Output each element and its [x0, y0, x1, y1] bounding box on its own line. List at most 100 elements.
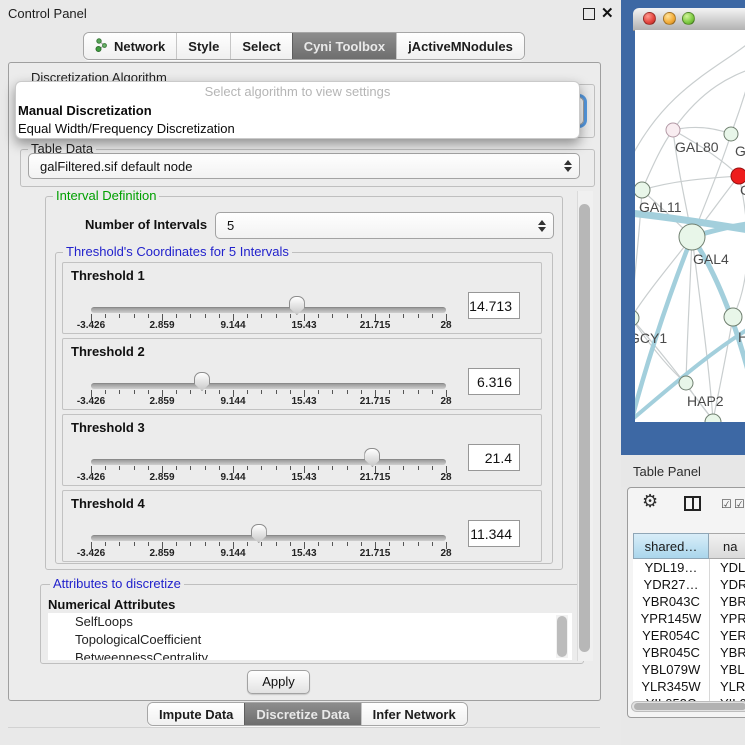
table-row[interactable]: YLR345WYLR3 [633, 678, 745, 695]
table-row[interactable]: YDL19…YDL1 [633, 559, 745, 576]
tick-mark [389, 390, 390, 394]
table-row[interactable]: YPR145WYPR1 [633, 610, 745, 627]
network-node[interactable] [635, 182, 650, 198]
close-icon[interactable]: ✕ [601, 4, 614, 22]
tick-mark [261, 314, 262, 318]
threshold-2-value-field[interactable]: 6.316 [468, 368, 520, 395]
tick-label: 28 [440, 472, 451, 483]
tick-mark [418, 390, 419, 394]
threshold-4-slider-track[interactable] [91, 535, 446, 541]
cell-name[interactable]: YDL1 [709, 559, 745, 576]
tab-discretize-data[interactable]: Discretize Data [244, 703, 360, 725]
cell-name[interactable]: YPR1 [709, 610, 745, 627]
tick-label: 21.715 [360, 472, 391, 483]
cell-name[interactable]: YER0 [709, 627, 745, 644]
table-panel-title: Table Panel [633, 464, 701, 479]
minimize-traffic-light-icon[interactable] [663, 12, 676, 25]
cell-shared-name[interactable]: YBL079W [633, 661, 709, 678]
close-traffic-light-icon[interactable] [643, 12, 656, 25]
tick-mark [205, 542, 206, 546]
cell-name[interactable]: YDR2 [709, 576, 745, 593]
threshold-3-slider-track[interactable] [91, 459, 446, 465]
interval-definition-title: Interval Definition [53, 188, 159, 203]
network-node[interactable] [724, 127, 738, 141]
tab-cyni-toolbox[interactable]: Cyni Toolbox [292, 33, 396, 59]
tab-style[interactable]: Style [176, 33, 230, 59]
column-header-shared[interactable]: shared… [633, 533, 709, 559]
tab-impute-data[interactable]: Impute Data [148, 703, 244, 725]
network-node[interactable] [724, 308, 742, 326]
table-row[interactable]: YBR043CYBR0 [633, 593, 745, 610]
zoom-traffic-light-icon[interactable] [682, 12, 695, 25]
tab-jactivemnodules[interactable]: jActiveMNodules [396, 33, 524, 59]
tick-label: 2.859 [149, 320, 174, 331]
vertical-scrollbar[interactable] [577, 191, 593, 661]
tick-label: 28 [440, 548, 451, 559]
network-node[interactable] [705, 414, 721, 422]
popup-option-equal-width-frequency[interactable]: Equal Width/Frequency Discretization [16, 120, 579, 138]
table-panel-body: ⚙ ☑ ☑ shared… na YDL19…YDL1YDR27…YDR2YBR… [627, 487, 745, 718]
column-header-name[interactable]: na [709, 533, 745, 559]
tick-mark [176, 390, 177, 394]
attribute-list-item[interactable]: BetweennessCentrality [48, 649, 572, 660]
attribute-list-item[interactable]: TopologicalCoefficient [48, 631, 572, 649]
cell-shared-name[interactable]: YBR043C [633, 593, 709, 610]
cell-shared-name[interactable]: YPR145W [633, 610, 709, 627]
cell-shared-name[interactable]: YDR27… [633, 576, 709, 593]
checkbox-icon[interactable]: ☑ [734, 497, 745, 511]
vertical-scrollbar-thumb[interactable] [579, 204, 590, 652]
cell-name[interactable]: YBR0 [709, 644, 745, 661]
table-row[interactable]: YBL079WYBL0 [633, 661, 745, 678]
tab-select[interactable]: Select [230, 33, 291, 59]
horizontal-scrollbar-thumb[interactable] [634, 703, 745, 710]
tab-infer-network[interactable]: Infer Network [361, 703, 467, 725]
cell-name[interactable]: YBR0 [709, 593, 745, 610]
cell-shared-name[interactable]: YLR345W [633, 678, 709, 695]
list-scrollbar-thumb[interactable] [557, 616, 567, 657]
cell-shared-name[interactable]: YBR045C [633, 644, 709, 661]
tick-mark [105, 390, 106, 394]
list-scrollbar[interactable] [556, 615, 568, 658]
number-of-intervals-combo[interactable]: 5 [215, 212, 554, 239]
panel-title: Control Panel [8, 6, 87, 21]
columns-icon[interactable] [684, 496, 701, 511]
checkbox-icon[interactable]: ☑ [721, 497, 732, 511]
network-node-label: GAL4 [693, 251, 729, 267]
gear-icon[interactable]: ⚙ [642, 491, 658, 512]
network-node[interactable] [679, 224, 705, 250]
network-node[interactable] [635, 310, 639, 326]
threshold-1-value-field[interactable]: 14.713 [468, 292, 520, 319]
table-row[interactable]: YER054CYER0 [633, 627, 745, 644]
tick-label: -3.426 [77, 396, 105, 407]
float-window-icon[interactable] [583, 8, 595, 20]
network-node[interactable] [666, 123, 680, 137]
network-icon [95, 38, 108, 55]
cell-name[interactable]: YBL0 [709, 661, 745, 678]
popup-option-manual-discretization[interactable]: Manual Discretization [16, 102, 579, 120]
cell-shared-name[interactable]: YDL19… [633, 559, 709, 576]
tick-mark [119, 390, 120, 394]
threshold-2-slider-track[interactable] [91, 383, 446, 389]
cell-name[interactable]: YLR3 [709, 678, 745, 695]
table-row[interactable]: YBR045CYBR0 [633, 644, 745, 661]
cell-shared-name[interactable]: YER054C [633, 627, 709, 644]
tick-mark [389, 314, 390, 318]
apply-button[interactable]: Apply [247, 670, 310, 694]
threshold-4-value-field[interactable]: 11.344 [468, 520, 520, 547]
table-row[interactable]: YDR27…YDR2 [633, 576, 745, 593]
tick-mark [119, 314, 120, 318]
threshold-3-panel: Threshold 3 -3.4262.8599.14415.4321.7152… [62, 414, 542, 486]
numerical-attributes-list[interactable]: SelfLoopsTopologicalCoefficientBetweenne… [48, 613, 572, 660]
network-view-canvas[interactable]: GAL80GACGAL11GAL4GCY1HHAP2 [635, 30, 745, 422]
tab-network[interactable]: Network [84, 33, 176, 59]
network-window-titlebar[interactable] [633, 8, 745, 31]
horizontal-scrollbar[interactable] [631, 701, 745, 712]
threshold-3-value-field[interactable]: 21.4 [468, 444, 520, 471]
network-edge [642, 176, 739, 190]
network-node[interactable] [679, 376, 693, 390]
bottom-tab-bar: Impute Data Discretize Data Infer Networ… [147, 702, 468, 726]
threshold-1-slider-track[interactable] [91, 307, 446, 313]
attribute-list-item[interactable]: SelfLoops [48, 613, 572, 631]
table-data-combo[interactable]: galFiltered.sif default node [28, 153, 580, 179]
tick-mark [403, 314, 404, 318]
